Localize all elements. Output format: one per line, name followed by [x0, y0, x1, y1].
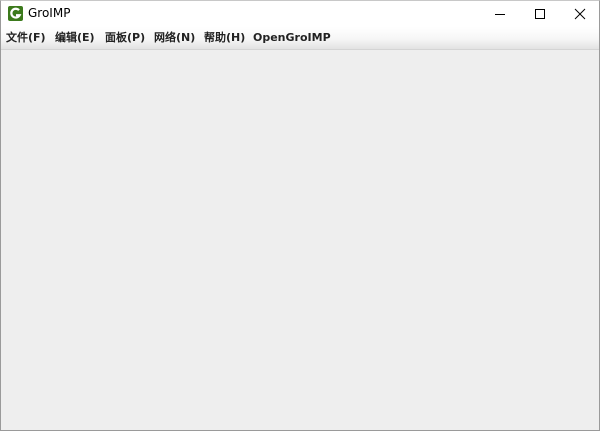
window-title: GroIMP — [28, 6, 71, 20]
maximize-icon — [535, 9, 545, 19]
menu-bar: 文件(F) 编辑(E) 面板(P) 网络(N) 帮助(H) OpenGroIMP — [1, 27, 599, 50]
title-bar[interactable]: GroIMP — [1, 1, 599, 27]
menu-opengroimp[interactable]: OpenGroIMP — [253, 27, 331, 49]
close-button[interactable] — [560, 1, 599, 27]
close-icon — [574, 8, 586, 20]
app-window: GroIMP 文件(F) 编辑(E) 面板(P) 网络(N) 帮助(H) Ope… — [0, 0, 600, 431]
menu-net[interactable]: 网络(N) — [154, 27, 195, 49]
groimp-logo-icon — [8, 6, 23, 21]
menu-file[interactable]: 文件(F) — [6, 27, 46, 49]
minimize-icon — [495, 14, 505, 15]
minimize-button[interactable] — [480, 1, 520, 27]
menu-help[interactable]: 帮助(H) — [204, 27, 245, 49]
workspace-area — [1, 50, 599, 430]
maximize-button[interactable] — [520, 1, 560, 27]
menu-edit[interactable]: 编辑(E) — [55, 27, 95, 49]
menu-panels[interactable]: 面板(P) — [105, 27, 145, 49]
